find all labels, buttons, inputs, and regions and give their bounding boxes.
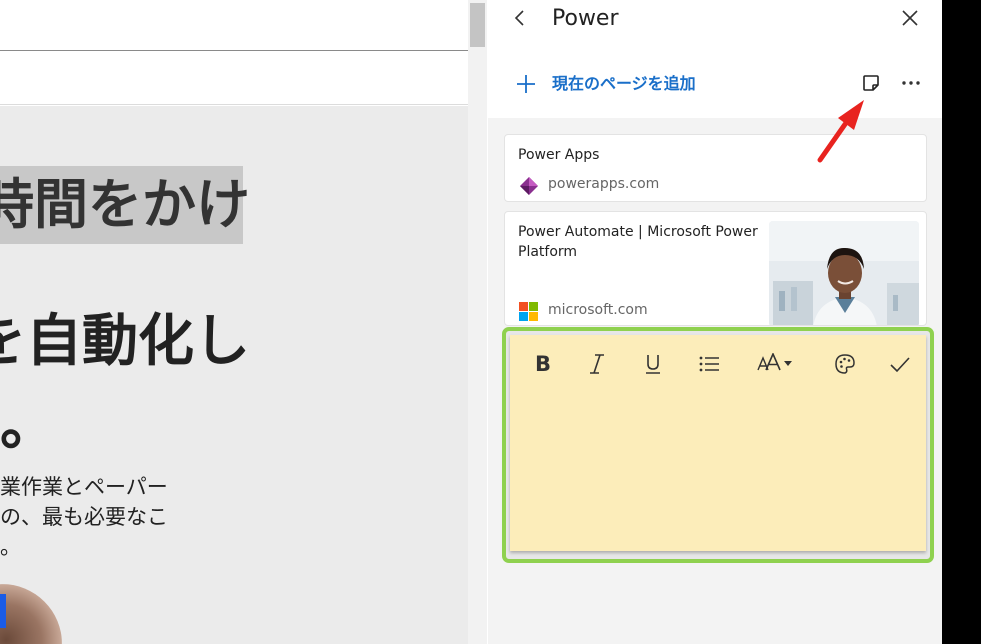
sticky-note-icon[interactable] — [861, 73, 881, 93]
item-thumbnail — [769, 221, 919, 325]
collection-item[interactable]: Power Automate | Microsoft Power Platfor… — [504, 211, 927, 326]
add-current-page-label: 現在のページを追加 — [552, 74, 696, 93]
underline-button[interactable] — [638, 347, 668, 381]
screenshot: 時間をかけ を自動化し 。 業作業とペーパー の、最も必要なこ 。 Power … — [0, 0, 981, 644]
chevron-left-icon[interactable] — [510, 6, 530, 30]
note-toolbar: B — [510, 347, 926, 381]
item-title: Power Apps — [518, 147, 600, 163]
bullet-list-button[interactable] — [694, 347, 724, 381]
close-icon[interactable] — [900, 8, 920, 28]
screen-edge — [942, 0, 981, 644]
microsoft-logo-icon — [519, 302, 538, 321]
checkmark-icon — [890, 357, 910, 373]
collection-title: Power — [552, 6, 619, 31]
hero-body-line3: 。 — [0, 535, 20, 559]
more-icon[interactable] — [901, 73, 921, 93]
bullet-list-icon — [699, 356, 719, 372]
collection-item[interactable]: Power Apps powerapps.com — [504, 134, 927, 202]
panel-header: Power 現在のページを追加 — [488, 0, 942, 118]
hero-headline-line3: 。 — [0, 396, 56, 456]
text-size-button[interactable] — [754, 347, 796, 381]
hero-body-line2: の、最も必要なこ — [0, 505, 168, 529]
hero-headline-line1: 時間をかけ — [0, 173, 250, 236]
color-palette-button[interactable] — [830, 347, 860, 381]
page-scrollbar[interactable] — [468, 0, 487, 644]
accent-bar — [0, 594, 6, 628]
web-page: 時間をかけ を自動化し 。 業作業とペーパー の、最も必要なこ 。 — [0, 0, 468, 644]
add-current-page-button[interactable]: 現在のページを追加 — [516, 70, 716, 98]
note-editor: B — [502, 327, 934, 563]
done-button[interactable] — [885, 347, 915, 381]
italic-icon — [590, 354, 604, 374]
palette-icon — [835, 354, 855, 374]
page-subheader-bar — [0, 52, 468, 105]
hero-body-line1: 業作業とペーパー — [0, 475, 168, 499]
item-title: Power Automate | Microsoft Power Platfor… — [518, 224, 758, 260]
item-domain: powerapps.com — [548, 176, 660, 192]
power-apps-icon — [519, 176, 539, 196]
plus-icon — [516, 74, 536, 94]
page-scrollbar-thumb[interactable] — [470, 3, 485, 47]
italic-button[interactable] — [582, 347, 612, 381]
page-header-bar — [0, 0, 468, 51]
note-body[interactable]: B — [510, 335, 926, 551]
hero-headline-line2: を自動化し — [0, 309, 250, 374]
item-domain: microsoft.com — [548, 302, 648, 318]
underline-icon — [646, 355, 660, 374]
bold-button[interactable]: B — [528, 347, 558, 381]
text-size-icon — [757, 353, 792, 371]
